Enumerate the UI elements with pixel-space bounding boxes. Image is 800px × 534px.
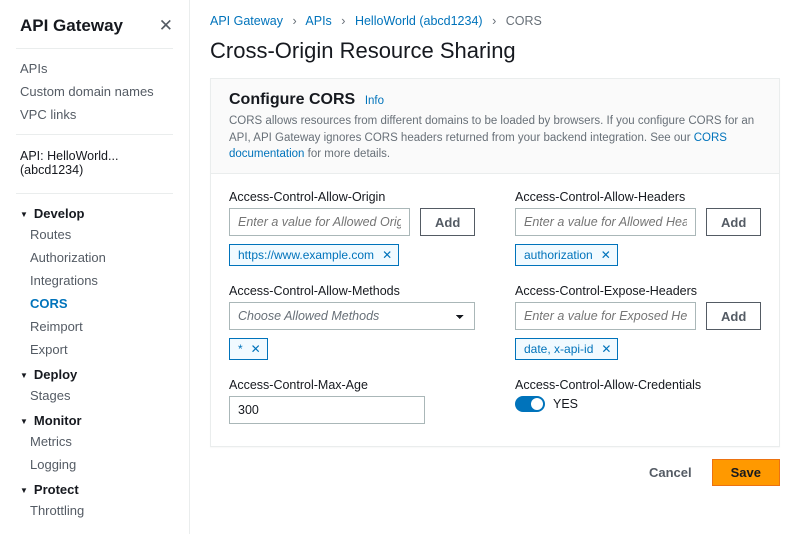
allow-credentials-value: YES [553,397,578,411]
sidebar-item-throttling[interactable]: Throttling [0,499,189,522]
remove-tag-icon[interactable]: ✕ [601,248,611,262]
sidebar: API Gateway ✕ APIs Custom domain names V… [0,0,190,534]
page-title: Cross-Origin Resource Sharing [210,38,780,64]
configure-cors-panel: Configure CORS Info CORS allows resource… [210,78,780,447]
chevron-right-icon: › [492,14,496,28]
expose-headers-input[interactable] [515,302,696,330]
panel-description: CORS allows resources from different dom… [229,113,761,163]
sidebar-item-authorization[interactable]: Authorization [0,246,189,269]
allow-methods-select[interactable]: Choose Allowed Methods [229,302,475,330]
allow-methods-tag: * ✕ [229,338,268,360]
expose-headers-tag: date, x-api-id ✕ [515,338,618,360]
sidebar-group-develop[interactable]: Develop [0,200,189,223]
allow-origin-label: Access-Control-Allow-Origin [229,190,475,204]
sidebar-group-monitor[interactable]: Monitor [0,407,189,430]
panel-title: Configure CORS [229,91,355,108]
remove-tag-icon[interactable]: ✕ [251,342,261,356]
sidebar-item-cors[interactable]: CORS [0,292,189,315]
breadcrumb-helloworld[interactable]: HelloWorld (abcd1234) [355,14,483,28]
max-age-input[interactable] [229,396,425,424]
max-age-label: Access-Control-Max-Age [229,378,475,392]
sidebar-item-reimport[interactable]: Reimport [0,315,189,338]
close-icon[interactable]: ✕ [159,16,173,36]
allow-headers-input[interactable] [515,208,696,236]
breadcrumb-current: CORS [506,14,542,28]
allow-credentials-label: Access-Control-Allow-Credentials [515,378,761,392]
sidebar-item-export[interactable]: Export [0,338,189,361]
allow-origin-add-button[interactable]: Add [420,208,475,236]
breadcrumb-api-gateway[interactable]: API Gateway [210,14,283,28]
sidebar-link-apis[interactable]: APIs [0,57,189,80]
expose-headers-label: Access-Control-Expose-Headers [515,284,761,298]
remove-tag-icon[interactable]: ✕ [601,342,611,356]
sidebar-group-protect[interactable]: Protect [0,476,189,499]
cancel-button[interactable]: Cancel [639,459,702,486]
remove-tag-icon[interactable]: ✕ [382,248,392,262]
main-content: API Gateway › APIs › HelloWorld (abcd123… [190,0,800,534]
allow-origin-tag: https://www.example.com ✕ [229,244,399,266]
chevron-right-icon: › [292,14,296,28]
save-button[interactable]: Save [712,459,780,486]
expose-headers-add-button[interactable]: Add [706,302,761,330]
allow-headers-label: Access-Control-Allow-Headers [515,190,761,204]
sidebar-group-deploy[interactable]: Deploy [0,361,189,384]
sidebar-link-vpc-links[interactable]: VPC links [0,103,189,126]
allow-origin-input[interactable] [229,208,410,236]
sidebar-link-custom-domain-names[interactable]: Custom domain names [0,80,189,103]
chevron-right-icon: › [341,14,345,28]
breadcrumb-apis[interactable]: APIs [305,14,331,28]
sidebar-title: API Gateway [20,16,123,36]
allow-methods-label: Access-Control-Allow-Methods [229,284,475,298]
allow-headers-tag: authorization ✕ [515,244,618,266]
allow-credentials-toggle[interactable] [515,396,545,412]
allow-headers-add-button[interactable]: Add [706,208,761,236]
info-link[interactable]: Info [365,95,384,107]
sidebar-item-stages[interactable]: Stages [0,384,189,407]
sidebar-item-logging[interactable]: Logging [0,453,189,476]
breadcrumb: API Gateway › APIs › HelloWorld (abcd123… [210,14,780,28]
sidebar-api-context: API: HelloWorld...(abcd1234) [0,141,189,185]
sidebar-item-routes[interactable]: Routes [0,223,189,246]
sidebar-item-metrics[interactable]: Metrics [0,430,189,453]
sidebar-item-integrations[interactable]: Integrations [0,269,189,292]
